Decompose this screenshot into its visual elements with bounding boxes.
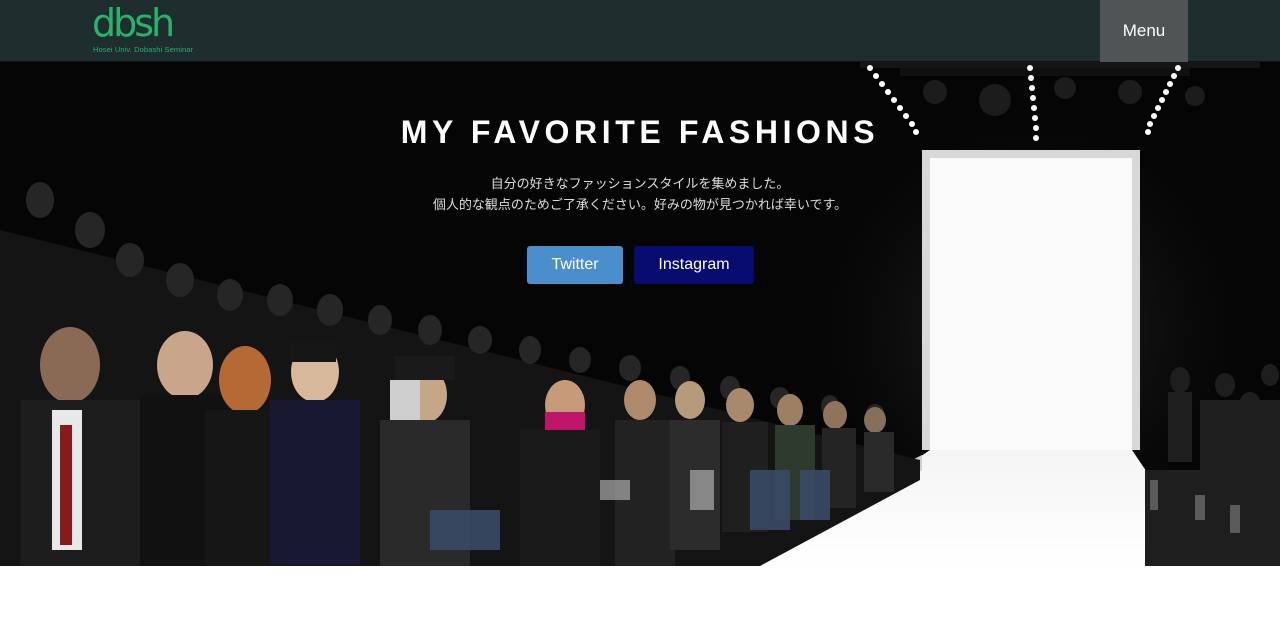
content-area (0, 566, 1280, 632)
menu-button[interactable]: Menu (1100, 0, 1188, 62)
hero-background: MY FAVORITE FASHIONS 自分の好きなファッションスタイルを集め… (0, 0, 1280, 566)
hero-lead-line-1: 自分の好きなファッションスタイルを集めました。 (490, 177, 790, 192)
site-header: dbsh Hosei Univ. Dobashi Seminar Menu (0, 0, 1280, 62)
site-logo[interactable]: dbsh Hosei Univ. Dobashi Seminar (92, 4, 193, 56)
logo-wordmark: dbsh (92, 1, 175, 45)
hero-lead-line-2: 個人的な観点のためご了承ください。好みの物が見つかれば幸いです。 (432, 198, 848, 213)
logo-tagline: Hosei Univ. Dobashi Seminar (93, 45, 194, 54)
instagram-button[interactable]: Instagram (634, 246, 754, 284)
hero-title: MY FAVORITE FASHIONS (400, 114, 880, 150)
hero-lead: 自分の好きなファッションスタイルを集めました。 個人的な観点のためご了承ください… (0, 174, 1280, 216)
twitter-button[interactable]: Twitter (527, 246, 623, 284)
